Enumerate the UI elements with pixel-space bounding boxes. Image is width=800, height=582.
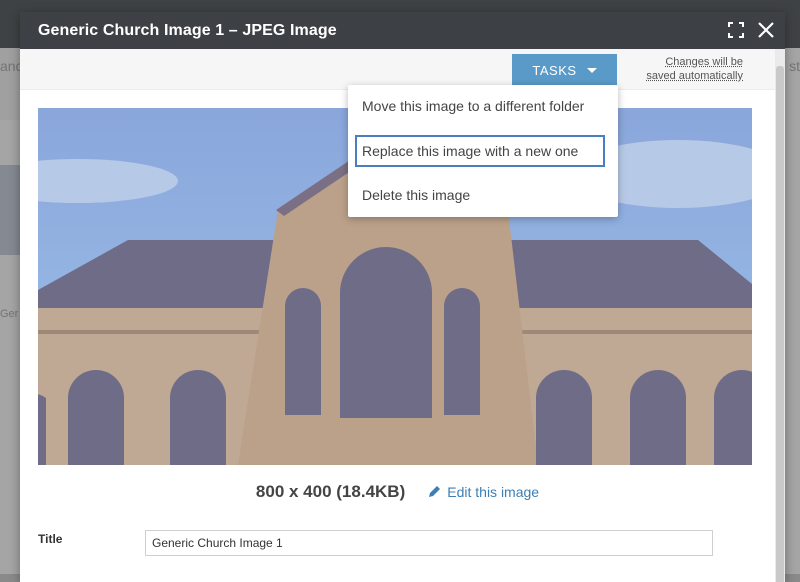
autosave-line-1: Changes will be <box>665 56 743 68</box>
menu-item-replace-label: Replace this image with a new one <box>362 143 579 159</box>
title-input[interactable] <box>145 530 713 556</box>
dialog-title: Generic Church Image 1 – JPEG Image <box>38 21 337 39</box>
dialog-toolbar: TASKS Changes will be saved automaticall… <box>20 49 785 90</box>
menu-item-delete-label: Delete this image <box>362 187 471 203</box>
title-label: Title <box>38 532 63 546</box>
scrollbar-thumb[interactable] <box>776 66 784 582</box>
tasks-button[interactable]: TASKS <box>512 54 617 86</box>
pencil-icon <box>429 486 441 497</box>
edit-image-link[interactable]: Edit this image <box>427 484 539 500</box>
autosave-line-2: saved automatically <box>646 70 743 82</box>
image-dimensions: 800 x 400 (18.4KB) <box>255 482 406 501</box>
close-icon[interactable] <box>757 21 775 39</box>
menu-item-move-label: Move this image to a different folder <box>362 98 585 114</box>
autosave-note: Changes will be saved automatically <box>646 55 743 83</box>
tasks-menu: Move this image to a different folder Re… <box>348 85 618 217</box>
menu-item-delete[interactable]: Delete this image <box>355 179 612 211</box>
caret-down-icon <box>586 67 597 73</box>
image-meta: 800 x 400 (18.4KB) Edit this image <box>20 482 775 502</box>
menu-item-move[interactable]: Move this image to a different folder <box>355 90 612 122</box>
maximize-icon[interactable] <box>727 21 745 39</box>
edit-image-label: Edit this image <box>447 484 540 500</box>
dialog-header: Generic Church Image 1 – JPEG Image <box>20 12 785 49</box>
tasks-button-label: TASKS <box>532 62 577 78</box>
menu-item-replace[interactable]: Replace this image with a new one <box>355 135 605 167</box>
